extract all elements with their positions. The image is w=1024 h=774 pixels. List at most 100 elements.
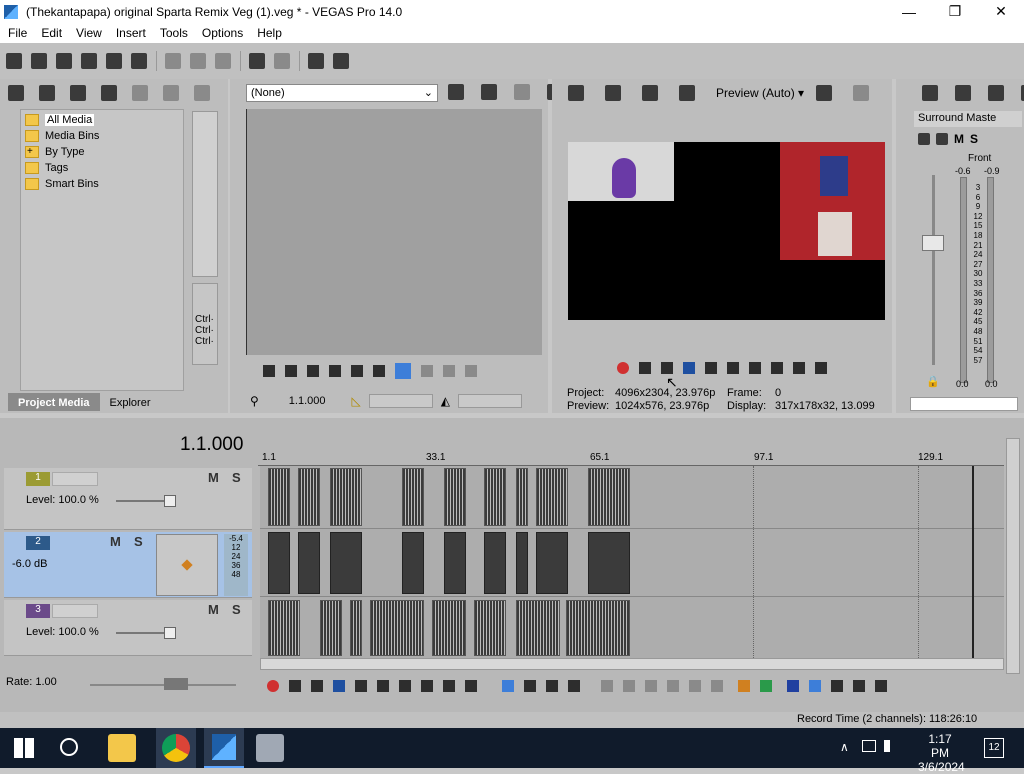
tree-item-media-bins[interactable]: Media Bins xyxy=(21,128,183,144)
tree-item-tags[interactable]: Tags xyxy=(21,160,183,176)
menu-tools[interactable]: Tools xyxy=(160,26,188,40)
overwrite-icon[interactable] xyxy=(443,365,455,377)
out-point-field[interactable] xyxy=(457,394,522,408)
rate-slider[interactable] xyxy=(90,684,236,686)
tree-item-by-type[interactable]: By Type xyxy=(21,144,183,160)
external-monitor-icon[interactable] xyxy=(605,85,621,101)
menu-insert[interactable]: Insert xyxy=(116,26,146,40)
pause-icon[interactable] xyxy=(355,680,367,692)
stop-icon[interactable] xyxy=(377,680,389,692)
audio-clip[interactable] xyxy=(484,532,506,594)
undo-icon[interactable] xyxy=(249,53,265,69)
audio-clip[interactable] xyxy=(268,532,290,594)
copy-icon[interactable] xyxy=(190,53,206,69)
spell-icon[interactable] xyxy=(448,84,464,100)
loop-icon[interactable] xyxy=(289,680,301,692)
master-fx-icon[interactable] xyxy=(955,85,971,101)
mute-button[interactable]: M xyxy=(208,602,219,617)
tree-item-smart-bins[interactable]: Smart Bins xyxy=(21,176,183,192)
selection-tool-icon[interactable] xyxy=(546,680,558,692)
video-clip[interactable] xyxy=(320,600,342,656)
volume-icon[interactable] xyxy=(884,740,896,752)
play-from-start-icon[interactable] xyxy=(311,680,323,692)
trimmer-media-dropdown[interactable]: (None) ⌄ xyxy=(246,84,438,102)
media-scrollbar[interactable] xyxy=(192,111,218,277)
menu-options[interactable]: Options xyxy=(202,26,243,40)
save-icon[interactable] xyxy=(56,53,72,69)
master-mute-button[interactable]: M xyxy=(954,132,964,146)
insert-icon[interactable] xyxy=(421,365,433,377)
video-clip[interactable] xyxy=(298,468,320,526)
tree-item-all-media[interactable]: All Media xyxy=(21,112,183,128)
audio-clip[interactable] xyxy=(536,532,568,594)
ripple-edit-icon[interactable] xyxy=(831,680,843,692)
video-clip[interactable] xyxy=(566,600,630,656)
pause-icon[interactable] xyxy=(705,362,717,374)
copy-snapshot-icon[interactable] xyxy=(853,85,870,101)
properties-gear-icon[interactable] xyxy=(131,53,147,69)
go-to-end-icon[interactable] xyxy=(421,680,433,692)
video-clip[interactable] xyxy=(474,600,506,656)
video-clip[interactable] xyxy=(516,468,528,526)
go-to-end-icon[interactable] xyxy=(771,362,783,374)
video-clip[interactable] xyxy=(370,600,424,656)
menu-view[interactable]: View xyxy=(76,26,102,40)
in-point-field[interactable] xyxy=(368,394,433,408)
interactive-tutorial-icon[interactable] xyxy=(308,53,324,69)
lock-event-icon[interactable] xyxy=(711,680,723,692)
master-fader-handle[interactable] xyxy=(922,235,944,251)
preview-quality-dropdown[interactable]: Preview (Auto) ▾ xyxy=(716,86,804,100)
go-to-start-icon[interactable] xyxy=(399,680,411,692)
play-from-start-icon[interactable] xyxy=(285,365,297,377)
timeline-tracks[interactable] xyxy=(260,466,1004,658)
tab-project-media[interactable]: Project Media xyxy=(8,393,100,411)
record-icon[interactable] xyxy=(617,362,629,374)
loop-icon[interactable] xyxy=(263,365,275,377)
timeline-ruler[interactable]: 1.1 33.1 65.1 97.1 129.1 xyxy=(258,452,1004,466)
solo-button[interactable]: S xyxy=(232,470,241,485)
media-fx-icon[interactable] xyxy=(163,85,179,101)
render-icon[interactable] xyxy=(106,53,122,69)
video-clip[interactable] xyxy=(402,468,424,526)
get-media-icon[interactable] xyxy=(70,85,86,101)
prev-frame-icon[interactable] xyxy=(443,680,455,692)
track-name-field[interactable] xyxy=(52,472,98,486)
video-clip[interactable] xyxy=(350,600,362,656)
audio-clip[interactable] xyxy=(444,532,466,594)
timeline-vertical-scrollbar[interactable] xyxy=(1006,438,1020,674)
lock-icon[interactable]: 🔒 xyxy=(926,375,940,388)
maximize-button[interactable]: ❐ xyxy=(932,0,978,23)
next-frame-icon[interactable] xyxy=(815,362,827,374)
normal-edit-tool-icon[interactable] xyxy=(502,680,514,692)
envelope-tool-icon[interactable] xyxy=(524,680,536,692)
audio-clip[interactable] xyxy=(298,532,320,594)
snapping-magnet-icon[interactable] xyxy=(787,680,799,692)
video-clip[interactable] xyxy=(484,468,506,526)
video-clip[interactable] xyxy=(588,468,630,526)
video-clip[interactable] xyxy=(268,468,290,526)
open-icon[interactable] xyxy=(31,53,47,69)
remove-icon[interactable] xyxy=(132,85,148,101)
menu-file[interactable]: File xyxy=(8,26,27,40)
video-clip[interactable] xyxy=(268,600,300,656)
master-insert-fx-icon[interactable] xyxy=(918,133,930,145)
network-icon[interactable] xyxy=(862,740,876,752)
cut-icon[interactable] xyxy=(165,53,181,69)
import-media-icon[interactable] xyxy=(8,85,24,101)
trimmer-remove-icon[interactable] xyxy=(514,84,530,100)
video-preview-canvas[interactable] xyxy=(568,142,885,320)
play-from-start-icon[interactable] xyxy=(661,362,673,374)
video-clip[interactable] xyxy=(432,600,466,656)
next-frame-icon[interactable] xyxy=(465,680,477,692)
close-button[interactable]: ✕ xyxy=(978,0,1024,23)
chrome-task-button[interactable] xyxy=(156,728,196,768)
tab-explorer[interactable]: Explorer xyxy=(100,393,161,411)
go-to-start-icon[interactable] xyxy=(749,362,761,374)
master-speaker-icon[interactable] xyxy=(988,85,1004,101)
audio-clip[interactable] xyxy=(402,532,424,594)
video-clip[interactable] xyxy=(516,600,560,656)
solo-button[interactable]: S xyxy=(232,602,241,617)
event-pan-crop-icon[interactable] xyxy=(853,680,865,692)
marker-icon[interactable] xyxy=(738,680,750,692)
pin-icon[interactable]: ⚲ xyxy=(250,394,259,408)
